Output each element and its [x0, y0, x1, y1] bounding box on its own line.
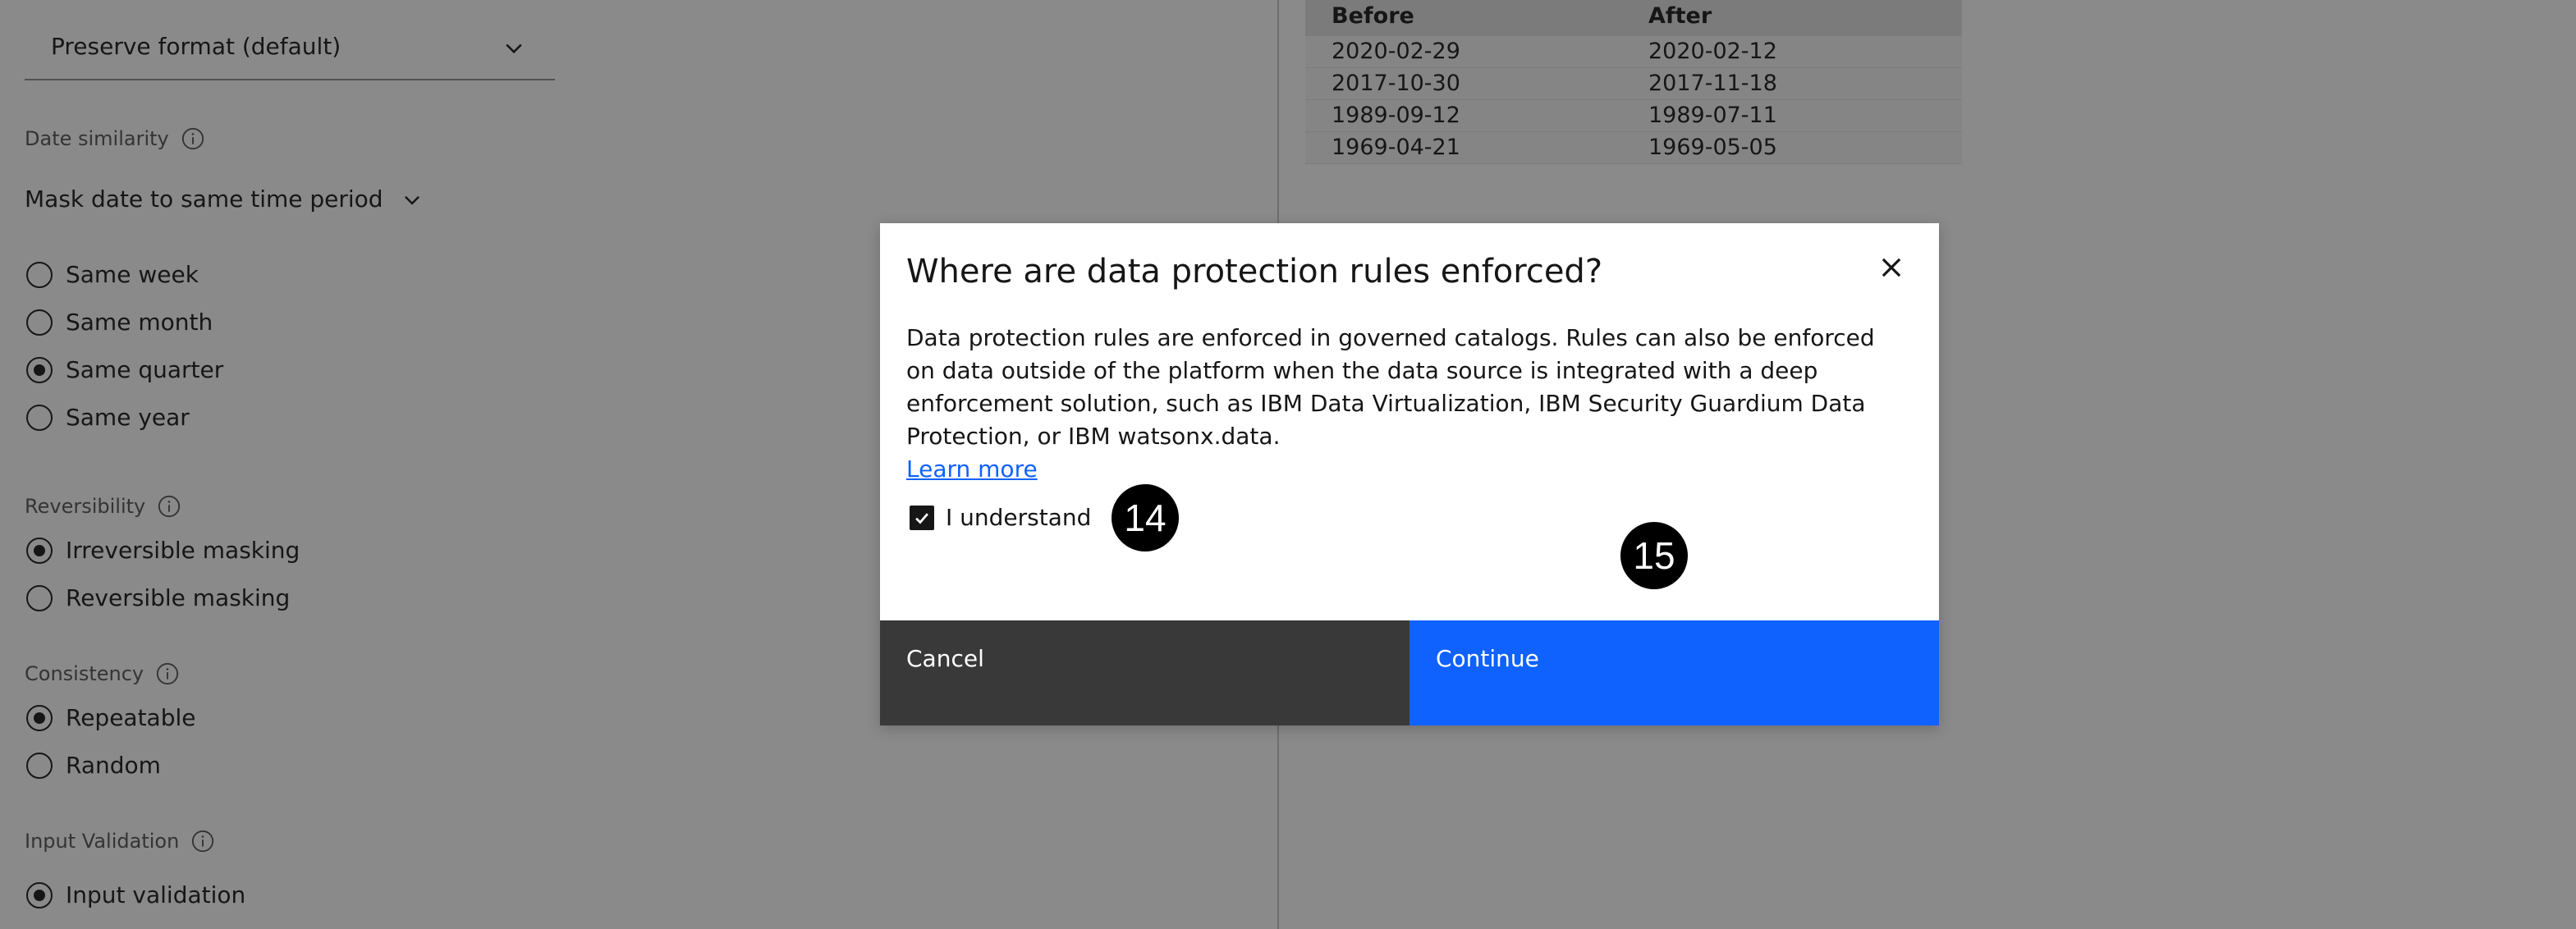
step-badge-15: 15 — [1620, 522, 1688, 589]
step-badge-14: 14 — [1112, 484, 1179, 551]
page: Preserve format (default) Date similarit… — [0, 0, 2576, 929]
checkmark-icon — [915, 512, 928, 524]
modal-footer: Cancel Continue — [880, 620, 1939, 725]
checkbox-label: I understand — [946, 504, 1092, 531]
modal-title: Where are data protection rules enforced… — [906, 253, 1603, 291]
modal-body: Data protection rules are enforced in go… — [906, 322, 1908, 486]
cancel-button[interactable]: Cancel — [880, 620, 1409, 725]
understand-checkbox[interactable]: I understand — [910, 504, 1091, 531]
close-icon[interactable] — [1877, 253, 1906, 282]
continue-button[interactable]: Continue — [1409, 620, 1939, 725]
modal-body-text: Data protection rules are enforced in go… — [906, 324, 1875, 450]
info-modal: Where are data protection rules enforced… — [880, 223, 1939, 725]
learn-more-link[interactable]: Learn more — [906, 455, 1038, 483]
checkbox-checked[interactable] — [910, 505, 934, 530]
